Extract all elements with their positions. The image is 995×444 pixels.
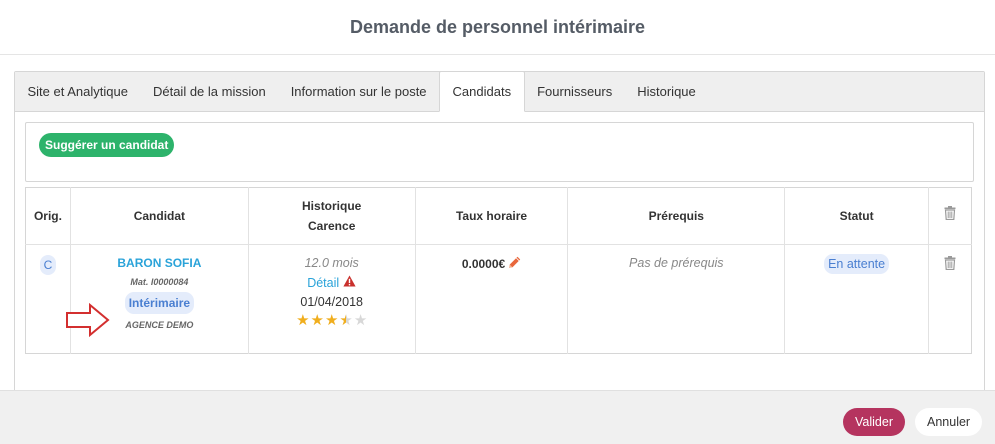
- arrow-right-icon: [66, 302, 110, 342]
- tab-bar: Site et Analytique Détail de la mission …: [15, 71, 984, 112]
- table-row: C BARON SOFIA Mat. I0000084 Intérimaire …: [25, 244, 972, 354]
- column-header-historique-line2: Carence: [308, 219, 356, 233]
- status-badge: En attente: [824, 254, 890, 274]
- tab-information-poste[interactable]: Information sur le poste: [278, 71, 439, 111]
- prerequis-text: Pas de prérequis: [629, 256, 724, 270]
- suggest-box: Suggérer un candidat: [25, 122, 974, 182]
- column-header-prerequis: Prérequis: [567, 187, 786, 245]
- pencil-icon[interactable]: [508, 256, 521, 272]
- hourly-rate: 0.0000€: [462, 256, 521, 272]
- column-header-orig: Orig.: [25, 187, 71, 245]
- modal: Demande de personnel intérimaire Site et…: [0, 0, 995, 444]
- candidate-matricule: Mat. I0000084: [130, 277, 189, 287]
- candidates-table: Orig. Candidat Historique Carence Taux h…: [25, 187, 972, 354]
- modal-body: Site et Analytique Détail de la mission …: [0, 55, 995, 427]
- column-header-candidat: Candidat: [70, 187, 249, 245]
- hourly-rate-value: 0.0000€: [461, 257, 506, 271]
- cell-delete: [929, 245, 972, 354]
- column-header-delete: [928, 187, 972, 245]
- warning-icon: [343, 275, 356, 290]
- tab-historique[interactable]: Historique: [625, 71, 709, 111]
- star-half-icon: ★: [339, 312, 353, 329]
- column-header-taux: Taux horaire: [415, 187, 569, 245]
- origin-badge: C: [39, 255, 57, 275]
- star-icon: ★: [310, 312, 324, 329]
- tab-panel: Site et Analytique Détail de la mission …: [14, 71, 985, 427]
- star-empty-icon: ★: [353, 312, 368, 329]
- cell-historique: 12.0 mois Détail 01/04/2018 ★ ★ ★ ★ ★: [248, 244, 416, 354]
- candidate-name-link[interactable]: BARON SOFIA: [117, 256, 201, 270]
- cell-prerequis: Pas de prérequis: [567, 244, 786, 354]
- trash-icon[interactable]: [944, 256, 956, 273]
- column-header-statut: Statut: [784, 187, 929, 245]
- cell-taux: 0.0000€: [415, 244, 569, 354]
- star-icon: ★: [296, 312, 310, 329]
- tab-fournisseurs[interactable]: Fournisseurs: [525, 71, 625, 111]
- column-header-historique: Historique Carence: [248, 187, 416, 245]
- table-header-row: Orig. Candidat Historique Carence Taux h…: [25, 187, 972, 245]
- tab-detail-mission[interactable]: Détail de la mission: [140, 71, 278, 111]
- validate-button[interactable]: Valider: [843, 408, 905, 436]
- rating-stars: ★ ★ ★ ★ ★: [296, 313, 367, 328]
- modal-footer: Valider Annuler: [0, 390, 995, 444]
- cell-orig: C: [25, 244, 71, 354]
- tab-candidats[interactable]: Candidats: [439, 71, 525, 112]
- cell-statut: En attente: [784, 244, 929, 354]
- suggest-candidate-button[interactable]: Suggérer un candidat: [39, 133, 175, 157]
- history-detail-label: Détail: [307, 275, 340, 290]
- modal-header: Demande de personnel intérimaire: [0, 0, 995, 55]
- history-detail-link[interactable]: Détail: [307, 275, 356, 290]
- modal-title: Demande de personnel intérimaire: [349, 16, 646, 37]
- history-date: 01/04/2018: [300, 295, 363, 309]
- star-icon: ★: [324, 312, 339, 329]
- cancel-button[interactable]: Annuler: [915, 408, 983, 436]
- history-duration: 12.0 mois: [304, 256, 359, 270]
- candidats-content: Suggérer un candidat Orig. Candidat Hist…: [25, 122, 974, 354]
- trash-icon[interactable]: [944, 206, 956, 226]
- tab-site-analytique[interactable]: Site et Analytique: [15, 71, 140, 111]
- candidate-type-badge: Intérimaire: [124, 292, 195, 314]
- column-header-historique-line1: Historique: [302, 199, 362, 213]
